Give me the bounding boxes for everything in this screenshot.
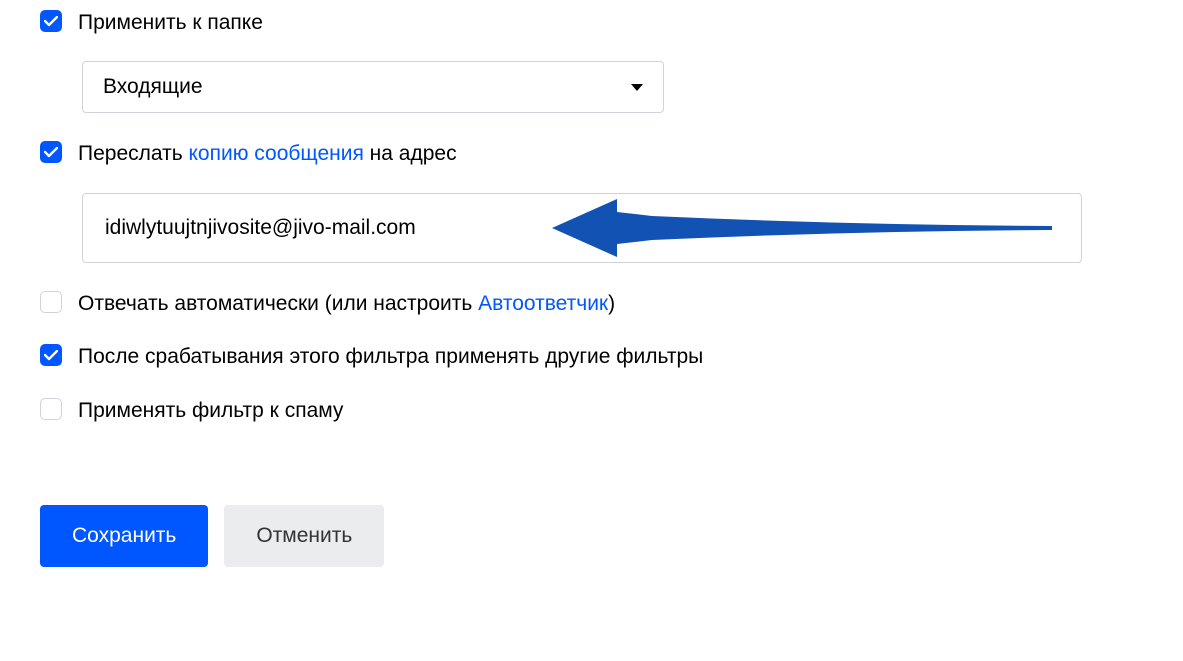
forward-email-input[interactable] [82, 193, 1082, 263]
auto-reply-row: Отвечать автоматически (или настроить Ав… [40, 289, 1143, 318]
save-button[interactable]: Сохранить [40, 505, 208, 567]
folder-select-value: Входящие [103, 75, 203, 99]
forward-copy-row: Переслать копию сообщения на адрес [40, 139, 1143, 168]
folder-select-wrap: Входящие [82, 61, 1143, 113]
cancel-button[interactable]: Отменить [224, 505, 384, 567]
apply-to-spam-row: Применять фильтр к спаму [40, 396, 1143, 425]
check-icon [44, 16, 58, 27]
auto-reply-label: Отвечать автоматически (или настроить Ав… [78, 289, 615, 318]
apply-to-folder-row: Применить к папке [40, 8, 1143, 37]
continue-filters-checkbox[interactable] [40, 344, 62, 366]
apply-to-spam-label: Применять фильтр к спаму [78, 396, 343, 425]
apply-to-folder-label: Применить к папке [78, 8, 263, 37]
copy-message-link[interactable]: копию сообщения [189, 142, 364, 165]
continue-filters-row: После срабатывания этого фильтра применя… [40, 342, 1143, 371]
folder-select[interactable]: Входящие [82, 61, 664, 113]
auto-reply-checkbox[interactable] [40, 291, 62, 313]
autoresponder-link[interactable]: Автоответчик [478, 292, 608, 315]
chevron-down-icon [631, 84, 643, 91]
action-buttons: Сохранить Отменить [40, 505, 1143, 567]
forward-copy-checkbox[interactable] [40, 141, 62, 163]
continue-filters-label: После срабатывания этого фильтра применя… [78, 342, 703, 371]
check-icon [44, 350, 58, 361]
forward-copy-label: Переслать копию сообщения на адрес [78, 139, 457, 168]
apply-to-folder-checkbox[interactable] [40, 10, 62, 32]
forward-email-wrap [82, 193, 1143, 263]
apply-to-spam-checkbox[interactable] [40, 398, 62, 420]
check-icon [44, 147, 58, 158]
